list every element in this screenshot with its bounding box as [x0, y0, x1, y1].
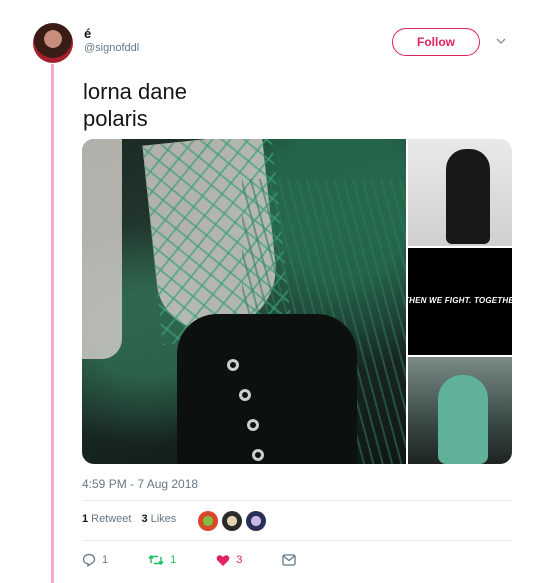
likes-stat[interactable]: 3 Likes — [141, 513, 176, 525]
image-detail — [247, 419, 259, 431]
media-image-middle[interactable]: THEN WE FIGHT. TOGETHER — [408, 248, 512, 355]
image-detail — [177, 314, 357, 464]
heart-icon — [216, 554, 230, 566]
likes-count: 3 — [141, 513, 148, 525]
image-detail — [239, 389, 251, 401]
display-name[interactable]: é — [84, 26, 91, 41]
tweet-text-line: polaris — [83, 106, 148, 131]
chevron-down-icon[interactable] — [496, 36, 506, 46]
divider — [82, 540, 512, 541]
tweet-actions: 1 1 3 — [82, 553, 336, 567]
tweet-timestamp[interactable]: 4:59 PM - 7 Aug 2018 — [82, 477, 198, 491]
engagement-stats: 1 Retweet 3 Likes — [82, 513, 186, 525]
image-detail — [438, 375, 488, 464]
retweet-icon — [148, 554, 164, 566]
likes-label: Likes — [150, 513, 177, 525]
user-handle[interactable]: @signofddl — [84, 42, 139, 54]
image-detail — [446, 149, 490, 244]
image-overlay-text: THEN WE FIGHT. TOGETHER — [408, 296, 512, 305]
media-image-main[interactable] — [82, 139, 406, 464]
image-detail — [252, 449, 264, 461]
image-detail — [227, 359, 239, 371]
retweets-stat[interactable]: 1 Retweet — [82, 513, 131, 525]
liker-avatar[interactable] — [222, 511, 242, 531]
media-image-bottom[interactable] — [408, 357, 512, 464]
tweet-text-line: lorna dane — [83, 79, 187, 104]
retweet-action[interactable]: 1 — [148, 553, 176, 567]
liker-avatar[interactable] — [246, 511, 266, 531]
media-grid: THEN WE FIGHT. TOGETHER — [82, 139, 512, 464]
envelope-icon — [282, 554, 297, 566]
thread-line — [51, 64, 54, 583]
media-image-top[interactable] — [408, 139, 512, 246]
tweet-text: lorna dane polaris — [83, 78, 187, 132]
divider — [82, 500, 512, 501]
retweets-label: Retweet — [91, 513, 132, 525]
retweet-count: 1 — [170, 554, 177, 566]
reply-icon — [82, 553, 96, 567]
avatar[interactable] — [33, 23, 73, 63]
image-detail — [82, 139, 122, 359]
liker-avatars — [198, 511, 270, 531]
message-action[interactable] — [282, 554, 297, 566]
reply-action[interactable]: 1 — [82, 553, 108, 567]
like-action[interactable]: 3 — [216, 554, 242, 567]
reply-count: 1 — [102, 554, 109, 566]
follow-button[interactable]: Follow — [392, 28, 480, 56]
like-count: 3 — [236, 554, 243, 566]
liker-avatar[interactable] — [198, 511, 218, 531]
retweets-count: 1 — [82, 513, 89, 525]
